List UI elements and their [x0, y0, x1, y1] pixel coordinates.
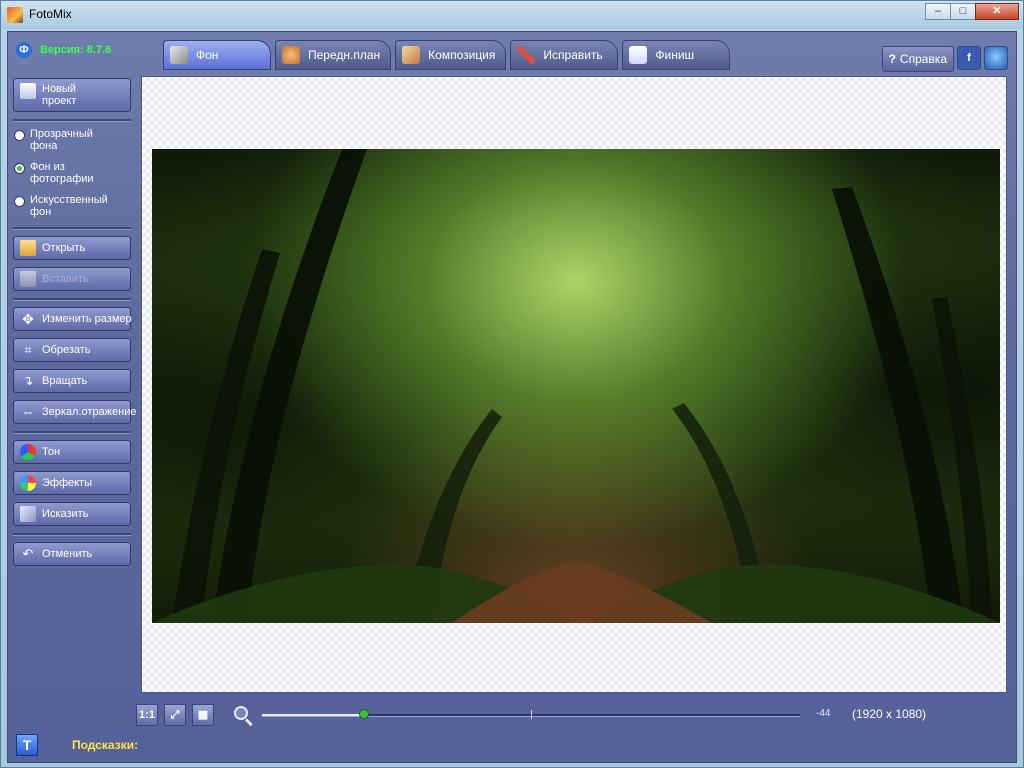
tone-label: Тон [42, 446, 61, 458]
app-icon [7, 7, 23, 23]
zoom-slider-thumb[interactable] [359, 709, 370, 719]
paste-label: Вставить [42, 273, 89, 285]
rotate-button[interactable]: ↴ Вращать [13, 369, 131, 393]
move-arrows-icon: ✥ [22, 311, 34, 327]
help-button[interactable]: ? Справка [881, 46, 954, 72]
distort-icon [20, 506, 36, 522]
crop-label: Обрезать [42, 344, 91, 356]
close-button[interactable]: ✕ [975, 3, 1019, 20]
actual-size-button[interactable]: 1:1 [136, 704, 158, 726]
distort-label: Исказить [42, 508, 89, 520]
divider [13, 119, 131, 122]
zoom-slider-center-tick [531, 710, 532, 719]
color-wheel-icon [20, 444, 36, 460]
resize-label: Изменить размер [42, 313, 132, 325]
radio-icon [14, 196, 25, 207]
undo-button[interactable]: ↶ Отменить [13, 542, 131, 566]
open-button[interactable]: Открыть [13, 236, 131, 260]
tab-label: Исправить [543, 48, 603, 62]
divider [13, 431, 131, 434]
zoom-toolbar: 1:1 ⤢ ▦ -44 (1920 x 1080) [136, 704, 1006, 730]
radio-label: Искусственный фон [30, 194, 108, 218]
tab-finish[interactable]: Финиш [622, 40, 731, 70]
distort-button[interactable]: Исказить [13, 502, 131, 526]
crop-button[interactable]: ⌗ Обрезать [13, 338, 131, 362]
globe-icon[interactable] [984, 46, 1008, 70]
text-tool-icon[interactable]: T [16, 734, 38, 756]
mirror-button[interactable]: ⇔ Зеркал.отражение [13, 400, 137, 424]
mirror-arrows-icon: ⇔ [21, 404, 35, 419]
tab-label: Композиция [428, 48, 496, 62]
background-icon [170, 46, 188, 64]
version-label: Версия: 8.7.6 [40, 44, 112, 56]
image-canvas[interactable] [141, 76, 1007, 693]
version-area: Ф Версия: 8.7.6 [16, 42, 111, 58]
zoom-slider[interactable] [262, 709, 800, 719]
maximize-button[interactable]: □ [950, 3, 976, 20]
effects-label: Эффекты [42, 477, 93, 489]
magnifier-icon [234, 706, 248, 720]
zoom-slider-fill [262, 714, 365, 716]
new-project-icon [20, 83, 36, 99]
main-tabs: Фон Передн.план Композиция Исправить Фин… [163, 40, 731, 70]
window-title: FotoMix [29, 7, 72, 21]
effects-icon [20, 475, 36, 491]
image-resolution: (1920 x 1080) [852, 707, 927, 721]
hints-label: Подсказки: [72, 738, 139, 752]
help-label: Справка [899, 52, 947, 66]
resize-button[interactable]: ✥ Изменить размер [13, 307, 132, 331]
new-project-label: Новый проект [42, 83, 77, 107]
fit-to-window-button[interactable]: ⤢ [164, 704, 186, 726]
radio-selected-icon [14, 163, 25, 174]
radio-transparent-bg[interactable]: Прозрачный фона [14, 128, 133, 152]
tab-foreground[interactable]: Передн.план [275, 40, 392, 70]
background-photo [152, 149, 1000, 623]
crop-icon: ⌗ [24, 342, 32, 357]
tone-button[interactable]: Тон [13, 440, 131, 464]
radio-label: Прозрачный фона [30, 128, 93, 152]
forest-illustration [152, 149, 1000, 623]
tab-composition[interactable]: Композиция [395, 40, 507, 70]
divider [13, 533, 131, 536]
open-label: Открыть [42, 242, 86, 254]
question-icon: ? [888, 52, 896, 66]
undo-icon: ↶ [22, 546, 34, 561]
status-bar: T Подсказки: [14, 732, 1012, 758]
grid-button[interactable]: ▦ [192, 704, 214, 726]
radio-photo-bg[interactable]: Фон из фотографии [14, 161, 133, 185]
effects-button[interactable]: Эффекты [13, 471, 131, 495]
radio-label: Фон из фотографии [30, 161, 94, 185]
tab-fix[interactable]: Исправить [510, 40, 619, 70]
finish-icon [629, 46, 648, 64]
rotate-arrow-icon: ↴ [22, 373, 34, 388]
radio-icon [14, 130, 25, 141]
title-bar: FotoMix ‒ □ ✕ [1, 1, 1023, 29]
minimize-button[interactable]: ‒ [925, 3, 951, 20]
top-right-actions: ? Справка f [881, 46, 1008, 72]
app-window: FotoMix ‒ □ ✕ Ф Версия: 8.7.6 Фон Передн… [0, 0, 1024, 768]
window-controls: ‒ □ ✕ [925, 3, 1019, 20]
zoom-value: -44 [816, 708, 831, 719]
rotate-label: Вращать [42, 375, 88, 387]
tab-label: Финиш [655, 48, 695, 62]
radio-artificial-bg[interactable]: Искусственный фон [14, 194, 133, 218]
facebook-icon[interactable]: f [957, 46, 981, 70]
foreground-icon [282, 46, 300, 64]
divider [13, 298, 131, 301]
fotomix-logo-icon: Ф [16, 42, 32, 58]
main-client-area: Ф Версия: 8.7.6 Фон Передн.план Композиц… [7, 31, 1017, 763]
undo-label: Отменить [42, 548, 93, 560]
clipboard-icon [20, 271, 36, 287]
tab-background[interactable]: Фон [163, 40, 271, 70]
composition-icon [402, 46, 421, 64]
folder-icon [20, 240, 36, 256]
tab-label: Фон [196, 48, 219, 62]
new-project-button[interactable]: Новый проект [13, 78, 131, 112]
mirror-label: Зеркал.отражение [42, 406, 137, 418]
divider [13, 227, 131, 230]
tab-label: Передн.план [308, 48, 381, 62]
brush-icon [517, 46, 536, 64]
paste-button[interactable]: Вставить [13, 267, 131, 291]
left-toolbar: Новый проект Прозрачный фона Фон из фото… [13, 78, 137, 573]
